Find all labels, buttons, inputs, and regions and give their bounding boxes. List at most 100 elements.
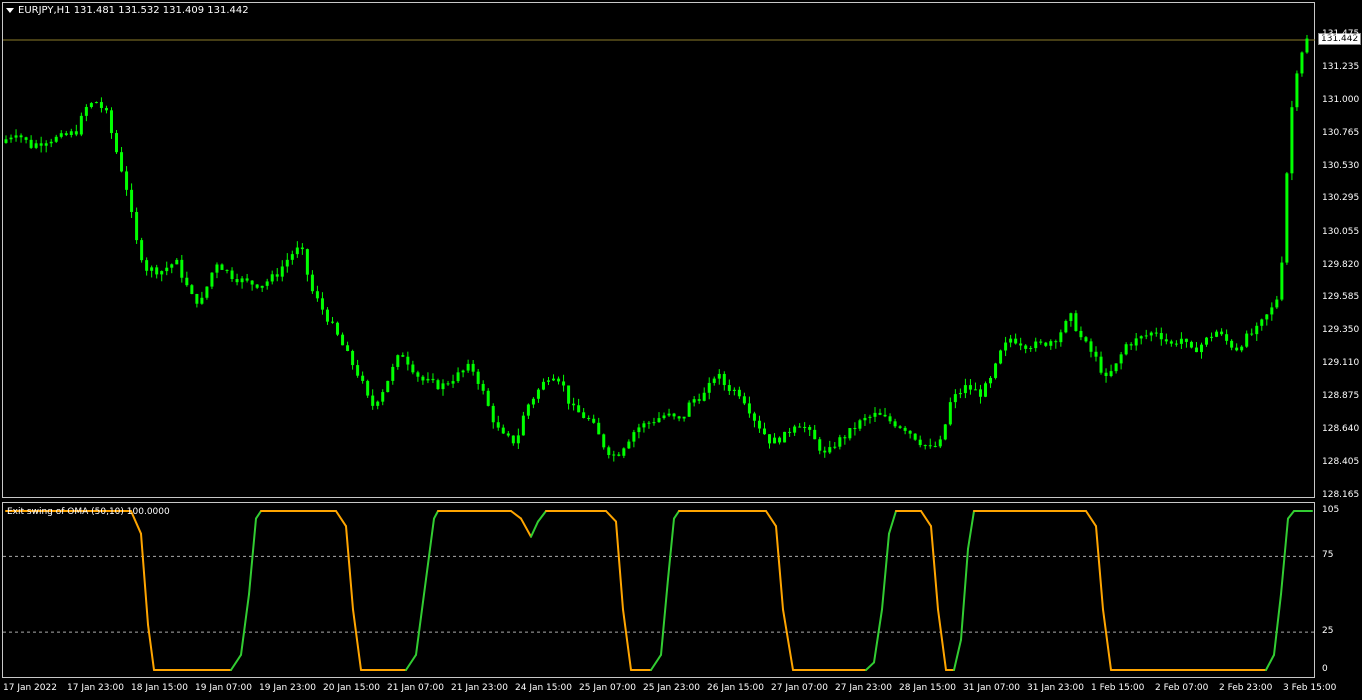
candle-body (4, 139, 8, 143)
candle-body (732, 389, 736, 391)
dropdown-triangle-icon[interactable] (6, 7, 14, 13)
candle-body (908, 430, 912, 434)
oscillator-segment-down (605, 510, 617, 523)
candle-body (737, 389, 741, 397)
time-tick-label: 24 Jan 15:00 (515, 683, 572, 693)
candle-body (637, 427, 641, 433)
candle-body (1094, 351, 1098, 357)
candle-body (351, 350, 355, 366)
candle-body (446, 383, 450, 385)
oscillator-segment-down (775, 525, 784, 611)
price-tick-label: 130.530 (1322, 160, 1360, 171)
candle-body (436, 380, 440, 390)
oscillator-segment-down (345, 525, 354, 611)
candle-body (642, 423, 646, 428)
oscillator-segment-up (673, 510, 680, 520)
candle-body (1004, 342, 1008, 351)
time-tick-label: 1 Feb 15:00 (1091, 683, 1145, 693)
oscillator-segment-up (873, 608, 883, 664)
candle-body (582, 412, 586, 418)
candle-body (280, 266, 284, 277)
time-tick-label: 19 Jan 07:00 (195, 683, 252, 693)
candle-body (361, 375, 365, 381)
time-tick-label: 21 Jan 23:00 (451, 683, 508, 693)
candle-body (99, 102, 103, 108)
oscillator-segment-down (1095, 525, 1104, 611)
candle-body (155, 267, 159, 275)
candle-body (1034, 341, 1038, 349)
candle-body (115, 133, 119, 153)
candle-body (843, 437, 847, 439)
candle-body (125, 171, 129, 190)
candle-body (1280, 262, 1284, 300)
candle-body (973, 389, 977, 391)
candle-body (356, 365, 360, 376)
candle-body (677, 416, 681, 419)
price-tick-label: 129.350 (1322, 324, 1360, 335)
candle-body (1184, 338, 1188, 342)
candle-body (727, 385, 731, 391)
candle-body (572, 403, 576, 406)
candle-body (773, 437, 777, 444)
candle-body (130, 189, 134, 213)
oscillator-segment-down (1085, 510, 1097, 528)
candle-body (29, 139, 33, 148)
candle-body (923, 445, 927, 447)
oscillator-segment-up (255, 510, 262, 520)
candle-body (34, 143, 38, 148)
candle-body (491, 405, 495, 423)
candle-body (1270, 307, 1274, 315)
indicator-tick-label: 25 (1322, 626, 1334, 637)
oscillator-segment-up (960, 547, 969, 641)
candle-body (602, 434, 606, 448)
candle-body (1089, 341, 1093, 352)
candle-body (1039, 341, 1043, 343)
candle-body (1240, 346, 1244, 351)
oscillator-segment-up (433, 510, 439, 520)
price-tick-label: 131.000 (1322, 95, 1360, 106)
candle-body (838, 437, 842, 447)
time-tick-label: 17 Jan 2022 (3, 683, 57, 693)
candle-body (24, 137, 28, 140)
candle-body (984, 383, 987, 397)
time-tick-label: 27 Jan 23:00 (835, 683, 892, 693)
time-tick-label: 2 Feb 07:00 (1155, 683, 1209, 693)
candle-body (1275, 299, 1279, 308)
candle-body (1159, 332, 1163, 340)
candle-body (496, 422, 500, 428)
candle-body (69, 131, 73, 136)
candle-body (190, 285, 194, 294)
candle-body (1179, 338, 1183, 344)
candle-body (531, 398, 535, 405)
oscillator-segment-up (865, 661, 875, 671)
oscillator-segment-up (967, 510, 975, 550)
candle-body (471, 363, 475, 372)
candle-body (702, 392, 706, 401)
oscillator-segment-up (1265, 653, 1275, 671)
candle-body (79, 115, 83, 135)
candle-body (1245, 333, 1249, 347)
candle-body (59, 133, 63, 137)
candle-body (341, 334, 345, 346)
candle-body (94, 102, 98, 104)
candle-body (1290, 107, 1294, 174)
candle-body (225, 269, 229, 271)
candle-body (466, 363, 470, 371)
time-tick-label: 28 Jan 15:00 (899, 683, 956, 693)
candle-body (742, 396, 746, 404)
candle-body (562, 381, 566, 386)
candle-body (828, 447, 832, 453)
candle-body (717, 373, 721, 379)
candle-body (476, 371, 480, 384)
candle-body (697, 399, 701, 401)
candle-body (401, 355, 405, 357)
candle-body (622, 448, 626, 456)
candle-body (19, 135, 23, 138)
candle-body (1074, 313, 1078, 331)
oscillator-segment-down (352, 608, 362, 671)
candle-body (245, 278, 249, 281)
candle-body (89, 103, 93, 107)
candle-body (230, 270, 234, 280)
candle-body (1194, 347, 1198, 353)
oscillator-segment-up (660, 578, 669, 656)
